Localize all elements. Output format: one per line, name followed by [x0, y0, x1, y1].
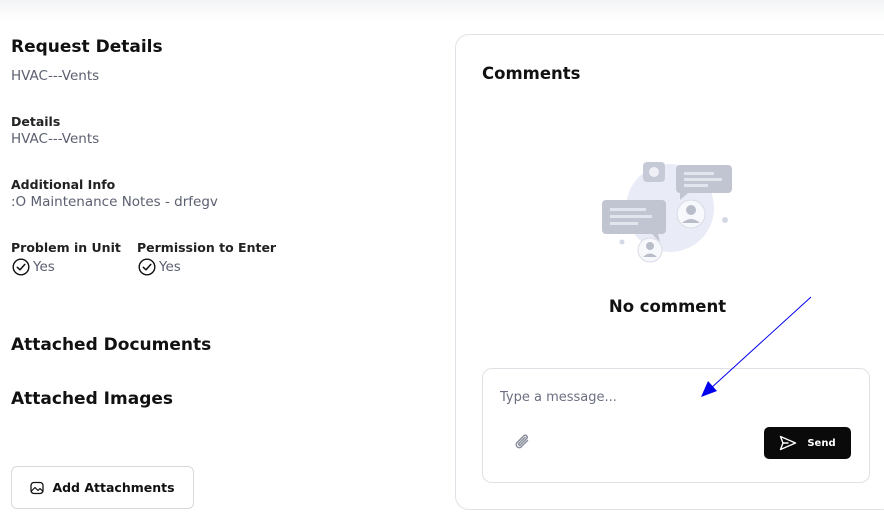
problem-in-unit-value: Yes	[33, 259, 55, 275]
permission-to-enter-status: Yes	[138, 258, 181, 276]
send-icon	[780, 435, 797, 451]
problem-in-unit-label: Problem in Unit	[11, 240, 121, 255]
no-comment-text: No comment	[608, 297, 727, 316]
request-details-heading: Request Details	[11, 37, 163, 57]
check-circle-icon	[12, 258, 30, 276]
details-value: HVAC---Vents	[11, 131, 100, 147]
permission-to-enter-label: Permission to Enter	[137, 240, 277, 255]
problem-in-unit-status: Yes	[12, 258, 55, 276]
comments-heading: Comments	[482, 64, 581, 83]
additional-info-value: :O Maintenance Notes - drfegv	[11, 194, 218, 210]
top-bar	[0, 0, 884, 22]
attached-documents-heading: Attached Documents	[11, 335, 212, 355]
message-input[interactable]	[500, 384, 840, 410]
request-title-value: HVAC---Vents	[11, 68, 100, 84]
permission-to-enter-value: Yes	[159, 259, 181, 275]
paperclip-icon[interactable]	[512, 432, 534, 454]
add-attachments-label: Add Attachments	[52, 480, 175, 495]
chat-bubbles-illustration	[602, 162, 732, 263]
image-icon	[30, 481, 45, 494]
details-label: Details	[11, 114, 61, 129]
add-attachments-button[interactable]: Add Attachments	[11, 466, 194, 509]
check-circle-icon	[138, 258, 156, 276]
send-label: Send	[807, 437, 836, 449]
send-button[interactable]: Send	[764, 427, 851, 459]
attached-images-heading: Attached Images	[11, 389, 174, 409]
additional-info-label: Additional Info	[11, 177, 116, 192]
